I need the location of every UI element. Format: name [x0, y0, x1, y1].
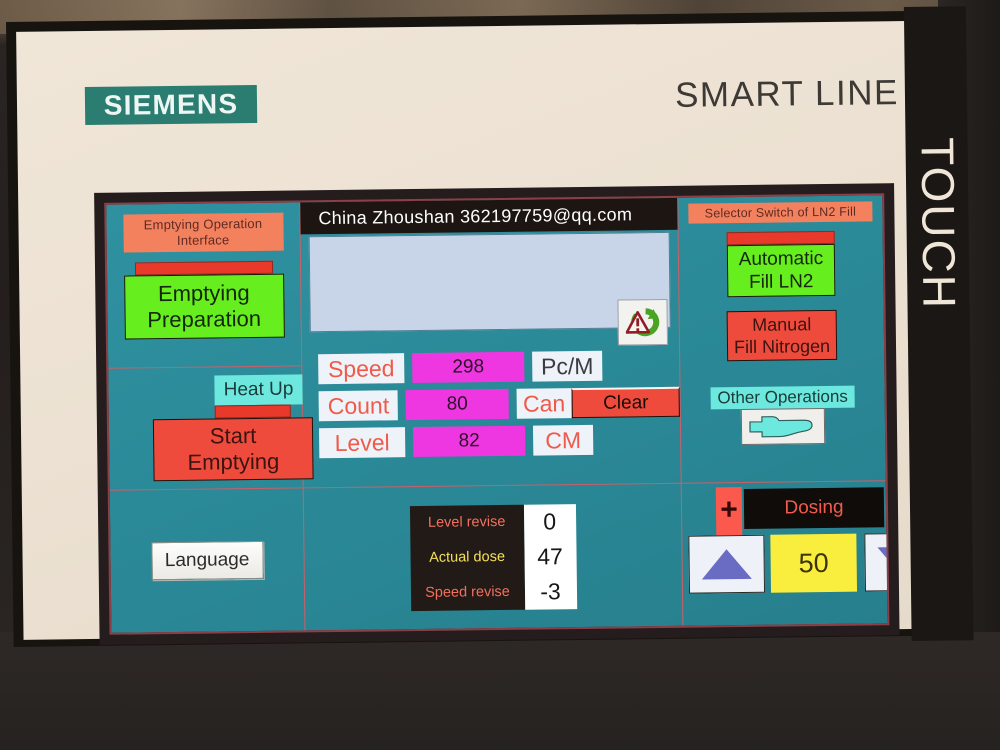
start-emptying-line1: Start	[209, 422, 257, 449]
language-button[interactable]: Language	[150, 540, 264, 581]
level-row: Level 82 CM	[318, 424, 680, 459]
level-value[interactable]: 82	[412, 425, 526, 458]
speed-revise-value[interactable]: -3	[524, 574, 576, 610]
screen-header-banner: China Zhoushan 362197759@qq.com	[300, 197, 678, 235]
level-revise-label: Level revise	[427, 513, 506, 531]
level-label: Level	[318, 427, 406, 459]
center-column: China Zhoushan 362197759@qq.com Speed 29…	[300, 197, 682, 488]
ln2-selector-title: Selector Switch of LN2 Fill	[688, 201, 873, 224]
manual-fill-line1: Manual	[752, 314, 812, 335]
lcd-bezel: Emptying Operation Interface Emptying Pr…	[94, 183, 900, 645]
dosing-plus-indicator: +	[715, 487, 743, 536]
heat-up-status-bar	[214, 404, 291, 419]
emptying-preparation-line1: Emptying	[157, 280, 250, 307]
emptying-operation-title: Emptying Operation Interface	[122, 212, 284, 253]
count-label: Count	[318, 390, 399, 422]
dosing-increase-button[interactable]	[688, 534, 766, 594]
level-revise-value[interactable]: 0	[523, 504, 575, 540]
emptying-preparation-button[interactable]: Emptying Preparation	[123, 273, 285, 340]
start-emptying-line2: Emptying	[187, 448, 280, 475]
count-row: Count 80 Can Clear	[318, 386, 680, 422]
automatic-fill-line2: Fill LN2	[748, 271, 814, 293]
dosing-section: + Dosing - 50	[681, 480, 890, 626]
speed-row: Speed 298 Pc/M	[318, 350, 679, 385]
other-operations-button[interactable]	[740, 408, 826, 446]
siemens-logo: SIEMENS	[84, 84, 258, 126]
speed-label: Speed	[318, 353, 405, 385]
warning-triangle-refresh-icon	[625, 308, 660, 337]
touch-wordmark: TOUCH	[911, 136, 966, 311]
manual-fill-nitrogen-button[interactable]: Manual Fill Nitrogen	[726, 309, 838, 362]
heat-up-indicator: Heat Up	[214, 374, 303, 406]
level-unit: CM	[532, 424, 594, 456]
speed-unit: Pc/M	[532, 350, 603, 382]
clear-button[interactable]: Clear	[571, 386, 680, 419]
background-bottom-shadow	[0, 632, 1000, 750]
dosing-decrease-button[interactable]	[864, 532, 890, 592]
start-emptying-button[interactable]: Start Emptying	[152, 417, 314, 482]
automatic-fill-line1: Automatic	[738, 248, 824, 271]
process-values-list: Speed 298 Pc/M Count 80 Can Clear Level …	[302, 350, 680, 459]
emptying-operation-section: Emptying Operation Interface Emptying Pr…	[106, 202, 302, 369]
manual-fill-line2: Fill Nitrogen	[733, 335, 831, 358]
alarm-message-display	[308, 231, 671, 346]
emptying-preparation-line2: Preparation	[147, 305, 262, 333]
count-unit: Can	[516, 388, 573, 419]
hmi-panel-device: TOUCH SIEMENS SMART LINE Emptying Operat…	[6, 6, 974, 647]
up-arrow-icon	[701, 548, 752, 580]
actual-dose-label: Actual dose	[429, 548, 506, 566]
siemens-logo-text: SIEMENS	[103, 88, 239, 121]
ln2-status-bar	[726, 230, 835, 246]
language-section: Language	[109, 487, 306, 633]
count-value[interactable]: 80	[405, 388, 509, 421]
hmi-screen: Emptying Operation Interface Emptying Pr…	[104, 193, 890, 635]
revise-table-labels: Level revise Actual dose Speed revise	[409, 504, 525, 611]
start-emptying-section: Heat Up Start Emptying	[108, 366, 314, 489]
speed-revise-label: Speed revise	[425, 583, 510, 601]
revise-table-section: Level revise Actual dose Speed revise 0 …	[303, 482, 684, 631]
automatic-fill-ln2-button[interactable]: Automatic Fill LN2	[726, 243, 836, 298]
other-operations-label: Other Operations	[710, 385, 855, 410]
product-line-label: SMART LINE	[674, 73, 900, 115]
down-arrow-icon	[877, 546, 890, 578]
actual-dose-value[interactable]: 47	[524, 539, 576, 575]
revise-table-values: 0 47 -3	[523, 503, 577, 610]
acknowledge-alarm-icon[interactable]	[617, 298, 668, 346]
dosing-value[interactable]: 50	[770, 533, 858, 593]
speed-value[interactable]: 298	[412, 351, 525, 384]
dosing-title: Dosing	[743, 487, 885, 530]
right-column: Selector Switch of LN2 Fill Automatic Fi…	[678, 195, 885, 482]
left-column: Emptying Operation Interface Emptying Pr…	[106, 202, 314, 490]
revise-table: Level revise Actual dose Speed revise 0 …	[409, 503, 577, 611]
screen-header-text: China Zhoushan 362197759@qq.com	[318, 203, 633, 228]
pointing-hand-icon	[749, 416, 813, 438]
